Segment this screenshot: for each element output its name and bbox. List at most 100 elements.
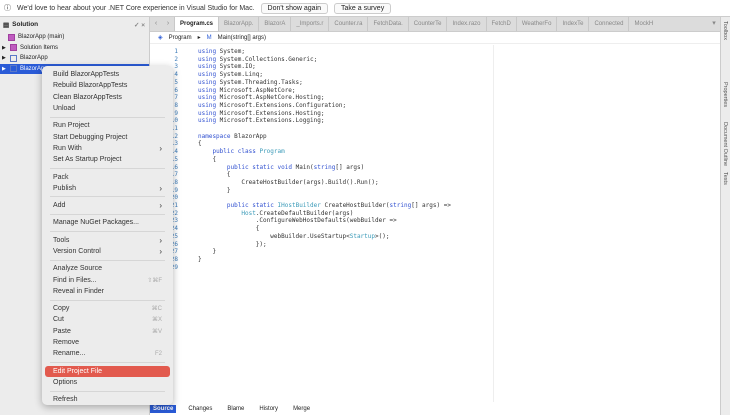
code-line: namespace BlazorApp	[198, 132, 267, 140]
menu-item-version-control[interactable]: Version Control ›	[45, 246, 170, 257]
menu-item-tools[interactable]: Tools ›	[45, 235, 170, 246]
menu-item-label: Options	[53, 378, 78, 386]
code-line: using System.Linq;	[198, 71, 264, 79]
code-line: {	[198, 171, 231, 179]
chevron-right-icon: ›	[159, 183, 162, 193]
menu-item-label: Manage NuGet Packages...	[53, 219, 139, 227]
expand-arrow-icon[interactable]: ▶	[2, 55, 7, 61]
tree-item[interactable]: ▶ BlazorApp	[0, 53, 149, 64]
tab-weatherfo[interactable]: WeatherFo	[515, 17, 557, 31]
tab-indexte[interactable]: IndexTe	[556, 17, 588, 31]
forward-icon[interactable]: ›	[162, 17, 174, 31]
tab-history[interactable]: History	[256, 405, 281, 413]
tab-fetchd[interactable]: FetchD	[485, 17, 516, 31]
menu-item-build-blazorapptests[interactable]: Build BlazorAppTests	[45, 69, 170, 80]
menu-item-add[interactable]: Add ›	[45, 200, 170, 211]
tab-mockh[interactable]: MockH	[628, 17, 658, 31]
tree-item-label: BlazorApp	[20, 55, 48, 62]
tab-program-cs[interactable]: Program.cs	[174, 17, 219, 31]
menu-item-rebuild-blazorapptests[interactable]: Rebuild BlazorAppTests	[45, 80, 170, 91]
project-icon	[10, 65, 17, 73]
tab-blame[interactable]: Blame	[224, 405, 247, 413]
menu-item-remove[interactable]: Remove	[45, 337, 170, 348]
tab-source[interactable]: Source	[150, 405, 177, 413]
menu-item-copy[interactable]: Copy ⌘C	[45, 303, 170, 314]
tab-connected[interactable]: Connected	[588, 17, 628, 31]
right-pad-bar: Toolbox Properties Document Outline Tests	[720, 17, 730, 415]
menu-item-label: Tools	[53, 236, 70, 244]
code-line: using System;	[198, 48, 245, 55]
menu-item-pack[interactable]: Pack	[45, 171, 170, 182]
pad-properties[interactable]: Properties	[722, 82, 728, 107]
tab-merge[interactable]: Merge	[290, 405, 313, 413]
menu-item-find-in-files[interactable]: Find in Files... ⇧⌘F	[45, 274, 170, 285]
pad-document-outline[interactable]: Document Outline	[722, 122, 728, 166]
tab-fetchdata-[interactable]: FetchData.	[367, 17, 407, 31]
tab--imports-r[interactable]: _Imports.r	[290, 17, 328, 31]
menu-item-analyze-source[interactable]: Analyze Source	[45, 263, 170, 274]
menu-item-label: Remove	[53, 339, 80, 347]
tab-counter-ra[interactable]: Counter.ra	[328, 17, 367, 31]
code-line: Host.CreateDefaultBuilder(args)	[241, 209, 354, 217]
tab-changes[interactable]: Changes	[185, 405, 215, 413]
code-line: public static void Main(string[] args)	[226, 163, 365, 171]
menu-item-label: Publish	[53, 184, 76, 192]
code-line: using System.IO;	[198, 63, 256, 71]
code-line: webBuilder.UseStartup<Startup>();	[198, 232, 390, 240]
tree-item[interactable]: ▶ Solution Items	[0, 43, 149, 54]
chevron-right-icon: ›	[159, 235, 162, 245]
tab-blazorapp-[interactable]: BlazorApp.	[218, 17, 258, 31]
back-icon[interactable]: ‹	[150, 17, 162, 31]
menu-item-publish[interactable]: Publish ›	[45, 183, 170, 194]
menu-item-paste[interactable]: Paste ⌘V	[45, 326, 170, 337]
breadcrumb-class[interactable]: Program	[169, 35, 192, 41]
menu-separator	[50, 231, 165, 233]
solution-pad-header: ▤ Solution ✓ ×	[0, 17, 149, 32]
menu-item-run-with[interactable]: Run With ›	[45, 143, 170, 154]
tab-index-razo[interactable]: Index.razo	[446, 17, 485, 31]
expand-arrow-icon[interactable]: ▶	[2, 66, 7, 72]
code-line: using Microsoft.Extensions.Configuration…	[198, 101, 347, 109]
menu-item-set-as-startup-project[interactable]: Set As Startup Project	[45, 154, 170, 165]
menu-item-unload[interactable]: Unload	[45, 103, 170, 114]
solution-icon	[8, 33, 15, 41]
tree-item[interactable]: BlazorApp (main)	[0, 32, 149, 43]
chevron-right-icon: ›	[159, 201, 162, 211]
solution-pad-title: Solution	[12, 21, 39, 28]
chevron-right-icon: ›	[159, 247, 162, 256]
context-menu: Build BlazorAppTests Rebuild BlazorAppTes…	[42, 66, 173, 405]
menu-separator	[50, 259, 165, 261]
menu-shortcut: ⌘V	[151, 328, 162, 335]
code-line: });	[198, 240, 267, 248]
menu-item-cut[interactable]: Cut ⌘X	[45, 314, 170, 325]
menu-item-manage-nuget-packages[interactable]: Manage NuGet Packages...	[45, 217, 170, 228]
menu-separator	[50, 196, 165, 198]
code-line: public class Program	[212, 148, 285, 156]
pad-close-icon[interactable]: ✓ ×	[134, 21, 145, 29]
code-line: using Microsoft.Extensions.Hosting;	[198, 109, 325, 117]
pad-tests[interactable]: Tests	[722, 172, 728, 185]
menu-item-clean-blazorapptests[interactable]: Clean BlazorAppTests	[45, 92, 170, 103]
menu-item-rename[interactable]: Rename... F2	[45, 348, 170, 359]
take-survey-button[interactable]: Take a survey	[334, 2, 392, 14]
bottom-tabs: Source Changes Blame History Merge	[150, 403, 720, 415]
menu-item-start-debugging-project[interactable]: Start Debugging Project	[45, 131, 170, 142]
tab-blazora[interactable]: BlazorA	[258, 17, 290, 31]
menu-item-edit-project-file[interactable]: Edit Project File	[45, 365, 170, 377]
menu-item-label: Run With	[53, 144, 82, 152]
pad-toolbox[interactable]: Toolbox	[722, 21, 728, 40]
menu-item-label: Add	[53, 202, 66, 210]
menu-item-label: Set As Startup Project	[53, 156, 122, 164]
menu-item-label: Build BlazorAppTests	[53, 71, 120, 79]
expand-arrow-icon[interactable]: ▶	[2, 45, 7, 51]
menu-item-refresh[interactable]: Refresh	[45, 394, 170, 405]
menu-item-run-project[interactable]: Run Project	[45, 120, 170, 131]
code-editor[interactable]: 1 using System; 2 using System.Collections.…	[150, 45, 720, 402]
tab-counterte[interactable]: CounterTe	[407, 17, 447, 31]
breadcrumb-method[interactable]: Main(string[] args)	[218, 35, 266, 41]
menu-item-options[interactable]: Options	[45, 377, 170, 388]
dont-show-again-button[interactable]: Don't show again	[260, 2, 329, 14]
code-line: .ConfigureWebHostDefaults(webBuilder =>	[198, 217, 397, 225]
tab-overflow-icon[interactable]: ▾	[708, 17, 720, 31]
menu-item-reveal-in-finder[interactable]: Reveal in Finder	[45, 286, 170, 297]
